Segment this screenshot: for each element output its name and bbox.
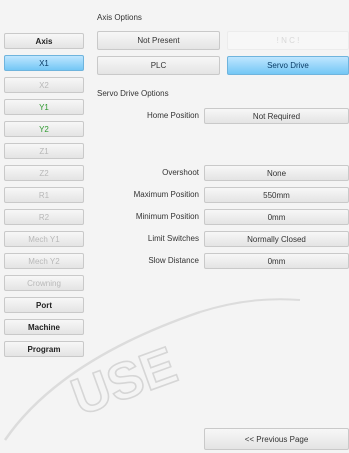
sidebar-item-x2[interactable]: X2 (4, 77, 84, 93)
slow-distance-label: Slow Distance (148, 256, 199, 265)
servo-drive-button[interactable]: Servo Drive (227, 56, 349, 75)
nc-placeholder-button: ! N C ! (227, 31, 349, 50)
sidebar-item-r2[interactable]: R2 (4, 209, 84, 225)
sidebar-item-y2[interactable]: Y2 (4, 121, 84, 137)
maximum-position-field[interactable]: 550mm (204, 187, 349, 203)
sidebar-program-button[interactable]: Program (4, 341, 84, 357)
watermark-arc-tail (199, 298, 301, 313)
sidebar-machine-button[interactable]: Machine (4, 319, 84, 335)
axis-header-button: Axis (4, 33, 84, 49)
sidebar-item-y1[interactable]: Y1 (4, 99, 84, 115)
limit-switches-field[interactable]: Normally Closed (204, 231, 349, 247)
previous-page-button[interactable]: << Previous Page (204, 428, 349, 450)
plc-button[interactable]: PLC (97, 56, 220, 75)
sidebar-item-z2[interactable]: Z2 (4, 165, 84, 181)
servo-options-title: Servo Drive Options (97, 89, 169, 98)
axis-options-title: Axis Options (97, 13, 142, 22)
overshoot-label: Overshoot (162, 168, 199, 177)
home-position-label: Home Position (146, 111, 199, 120)
sidebar-item-z1[interactable]: Z1 (4, 143, 84, 159)
sidebar-item-r1[interactable]: R1 (4, 187, 84, 203)
sidebar-item-x1[interactable]: X1 (4, 55, 84, 71)
sidebar-item-crowning[interactable]: Crowning (4, 275, 84, 291)
slow-distance-field[interactable]: 0mm (204, 253, 349, 269)
minimum-position-field[interactable]: 0mm (204, 209, 349, 225)
sidebar-item-mech-y2[interactable]: Mech Y2 (4, 253, 84, 269)
overshoot-field[interactable]: None (204, 165, 349, 181)
minimum-position-label: Minimum Position (135, 212, 199, 221)
limit-switches-label: Limit Switches (147, 234, 199, 243)
sidebar-item-mech-y1[interactable]: Mech Y1 (4, 231, 84, 247)
home-position-field[interactable]: Not Required (204, 108, 349, 124)
sidebar-port-button[interactable]: Port (4, 297, 84, 313)
not-present-button[interactable]: Not Present (97, 31, 220, 50)
maximum-position-label: Maximum Position (133, 190, 199, 199)
